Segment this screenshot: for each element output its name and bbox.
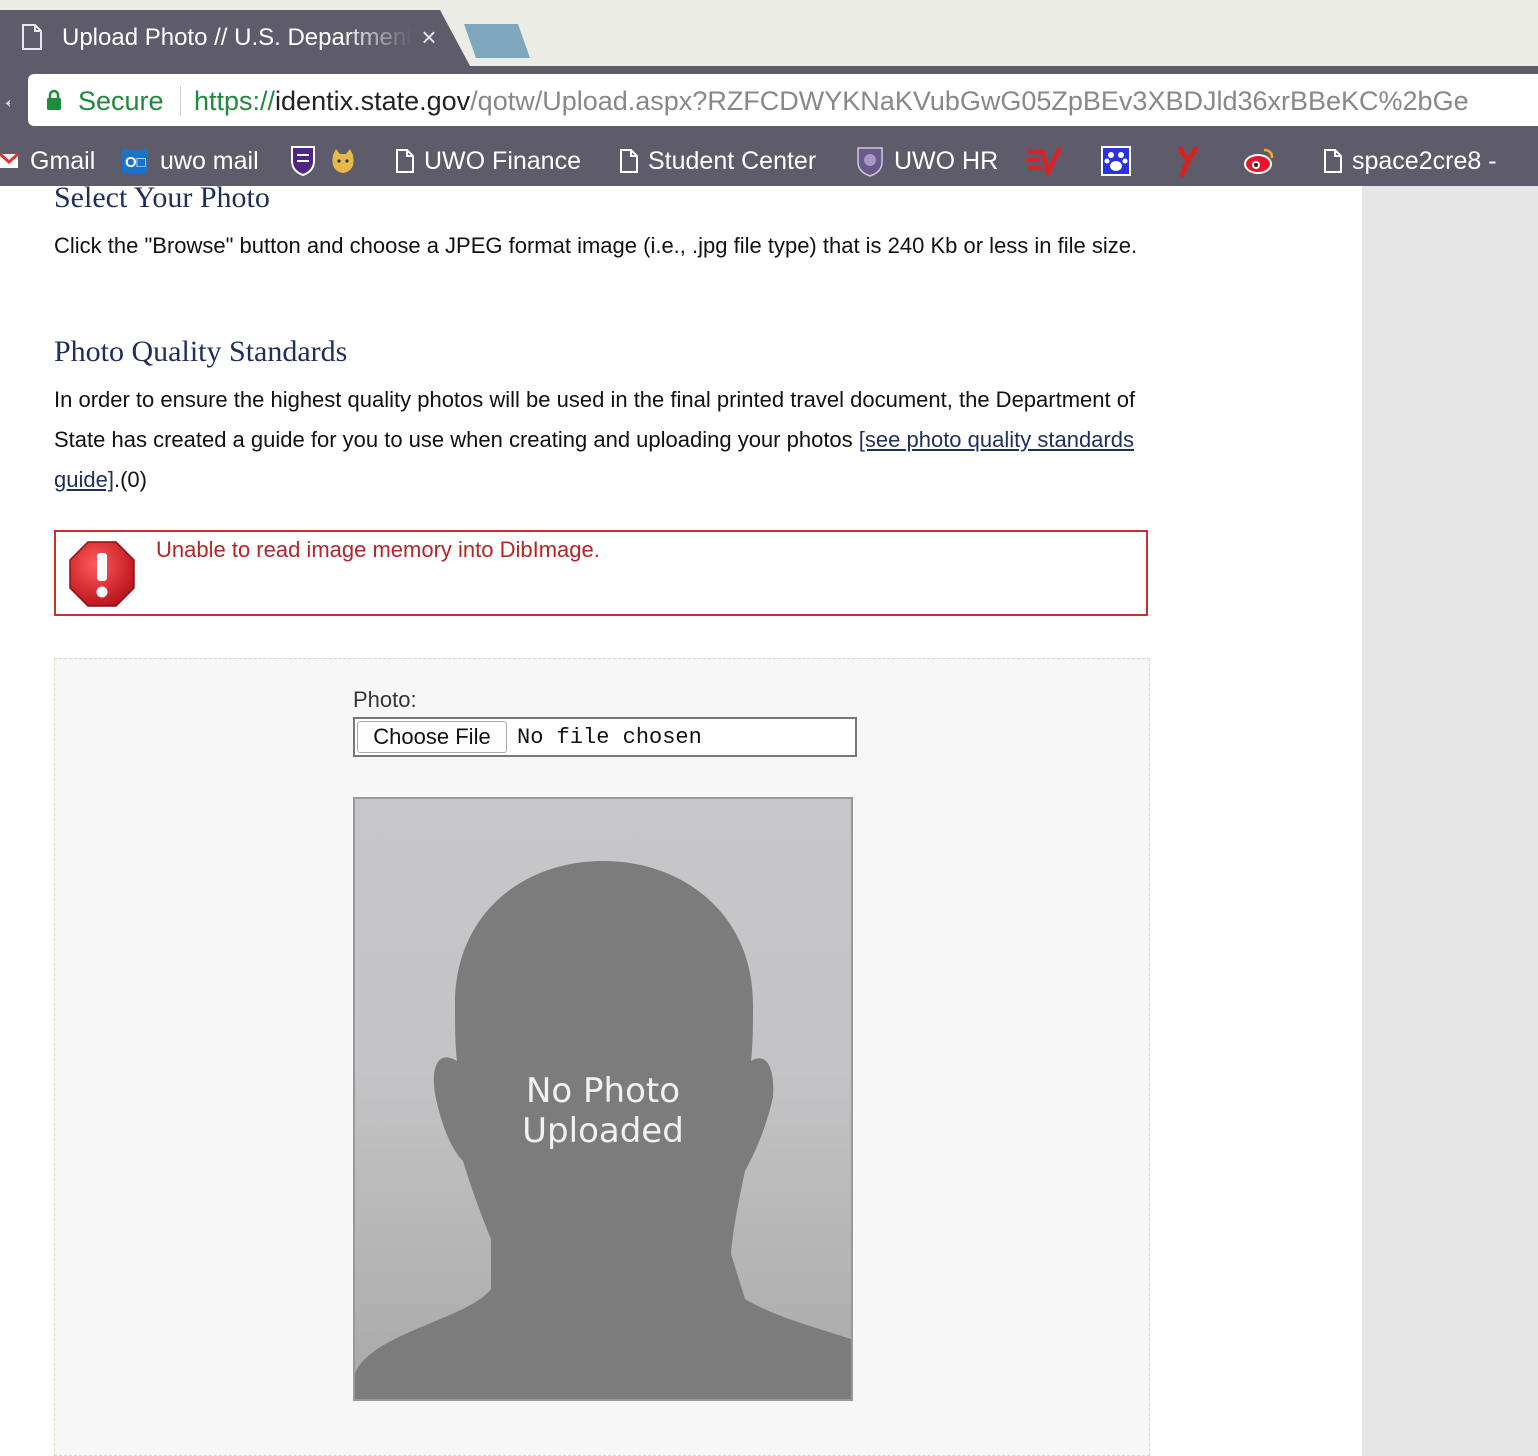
lock-icon	[47, 89, 61, 110]
photo-file-input[interactable]: Choose File No file chosen	[353, 717, 857, 757]
photo-preview: No Photo Uploaded	[353, 797, 853, 1401]
bookmark-cat[interactable]	[330, 144, 356, 178]
expressvpn-icon	[1026, 146, 1062, 176]
new-tab-button[interactable]	[464, 24, 530, 58]
uwo-crest-icon	[857, 147, 883, 177]
bookmark-uwo-hr[interactable]: UWO HR	[856, 144, 998, 178]
url-path: /qotw/Upload.aspx?RZFCDWYKNaKVubGwG05ZpB…	[470, 86, 1469, 116]
url-text[interactable]: https://identix.state.gov/qotw/Upload.as…	[194, 84, 1469, 118]
bookmark-label: Student Center	[648, 146, 817, 175]
error-alert: Unable to read image memory into DibImag…	[54, 530, 1148, 616]
omnibox-divider	[180, 86, 181, 116]
bookmark-uwo-finance[interactable]: UWO Finance	[396, 144, 581, 178]
bookmark-gmail[interactable]: Gmail	[0, 144, 95, 178]
tab-close-icon[interactable]: ×	[416, 22, 442, 52]
browser-toolbar: ← Secure https://identix.state.gov/qotw/…	[0, 66, 1538, 136]
page-viewport: Select Your Photo Click the "Browse" but…	[0, 181, 1538, 1456]
active-tab[interactable]: Upload Photo // U.S. Department of State…	[0, 10, 470, 66]
photo-upload-panel: Photo: Choose File No file chosen No Pho…	[54, 658, 1150, 1456]
bookmark-baidu[interactable]	[1100, 144, 1132, 178]
select-photo-instructions: Click the "Browse" button and choose a J…	[54, 233, 1138, 258]
quality-standards-text: In order to ensure the highest quality p…	[54, 380, 1154, 500]
placeholder-line-2: Uploaded	[522, 1111, 684, 1151]
bookmark-uwo-mail[interactable]: O□ uwo mail	[120, 144, 259, 178]
secure-label: Secure	[78, 86, 164, 116]
tab-title: Upload Photo // U.S. Department of State	[62, 24, 412, 51]
page-icon	[22, 24, 42, 50]
uwo-shield-icon	[291, 146, 315, 177]
bookmark-uwo-shield[interactable]	[290, 144, 316, 178]
bookmark-label: Gmail	[30, 146, 96, 175]
bookmark-expressvpn[interactable]	[1026, 144, 1062, 178]
file-status-text: No file chosen	[517, 725, 702, 750]
quality-standards-suffix: .(0)	[113, 467, 147, 492]
no-photo-placeholder-text: No Photo Uploaded	[355, 1071, 851, 1151]
quality-standards-heading: Photo Quality Standards	[54, 335, 348, 368]
page-icon	[396, 149, 414, 173]
url-host: identix.state.gov	[275, 86, 471, 116]
bookmark-label: uwo mail	[160, 146, 259, 175]
bookmark-yelp[interactable]	[1176, 144, 1200, 178]
back-arrow-icon[interactable]: ←	[0, 84, 10, 114]
error-message: Unable to read image memory into DibImag…	[156, 537, 600, 562]
bookmark-label: UWO HR	[894, 146, 999, 175]
outlook-icon: O□	[122, 149, 148, 173]
page-icon	[1324, 149, 1342, 173]
error-stop-icon	[69, 541, 135, 607]
right-gutter	[1362, 186, 1538, 1456]
bookmark-label: space2cre8 -	[1352, 146, 1497, 175]
bookmark-space2cre8[interactable]: space2cre8 -	[1324, 144, 1497, 178]
bookmark-student-center[interactable]: Student Center	[620, 144, 816, 178]
bookmarks-bar: Gmail O□ uwo mail UWO Finance Student Ce…	[0, 136, 1538, 186]
cat-icon	[332, 149, 354, 173]
gmail-icon	[0, 152, 19, 168]
url-scheme: https://	[194, 86, 276, 116]
svg-text:O□: O□	[125, 154, 146, 171]
yelp-icon	[1177, 146, 1199, 177]
tab-strip: Upload Photo // U.S. Department of State…	[0, 0, 1538, 66]
bookmark-weibo[interactable]	[1242, 144, 1276, 178]
page-icon	[620, 149, 638, 173]
choose-file-button[interactable]: Choose File	[357, 721, 507, 753]
photo-field-label: Photo:	[353, 687, 417, 712]
weibo-icon	[1244, 148, 1274, 174]
placeholder-line-1: No Photo	[525, 1071, 681, 1111]
select-photo-heading: Select Your Photo	[54, 181, 270, 214]
bookmark-label: UWO Finance	[424, 146, 581, 175]
address-bar[interactable]: Secure https://identix.state.gov/qotw/Up…	[28, 74, 1538, 126]
baidu-icon	[1101, 146, 1131, 176]
